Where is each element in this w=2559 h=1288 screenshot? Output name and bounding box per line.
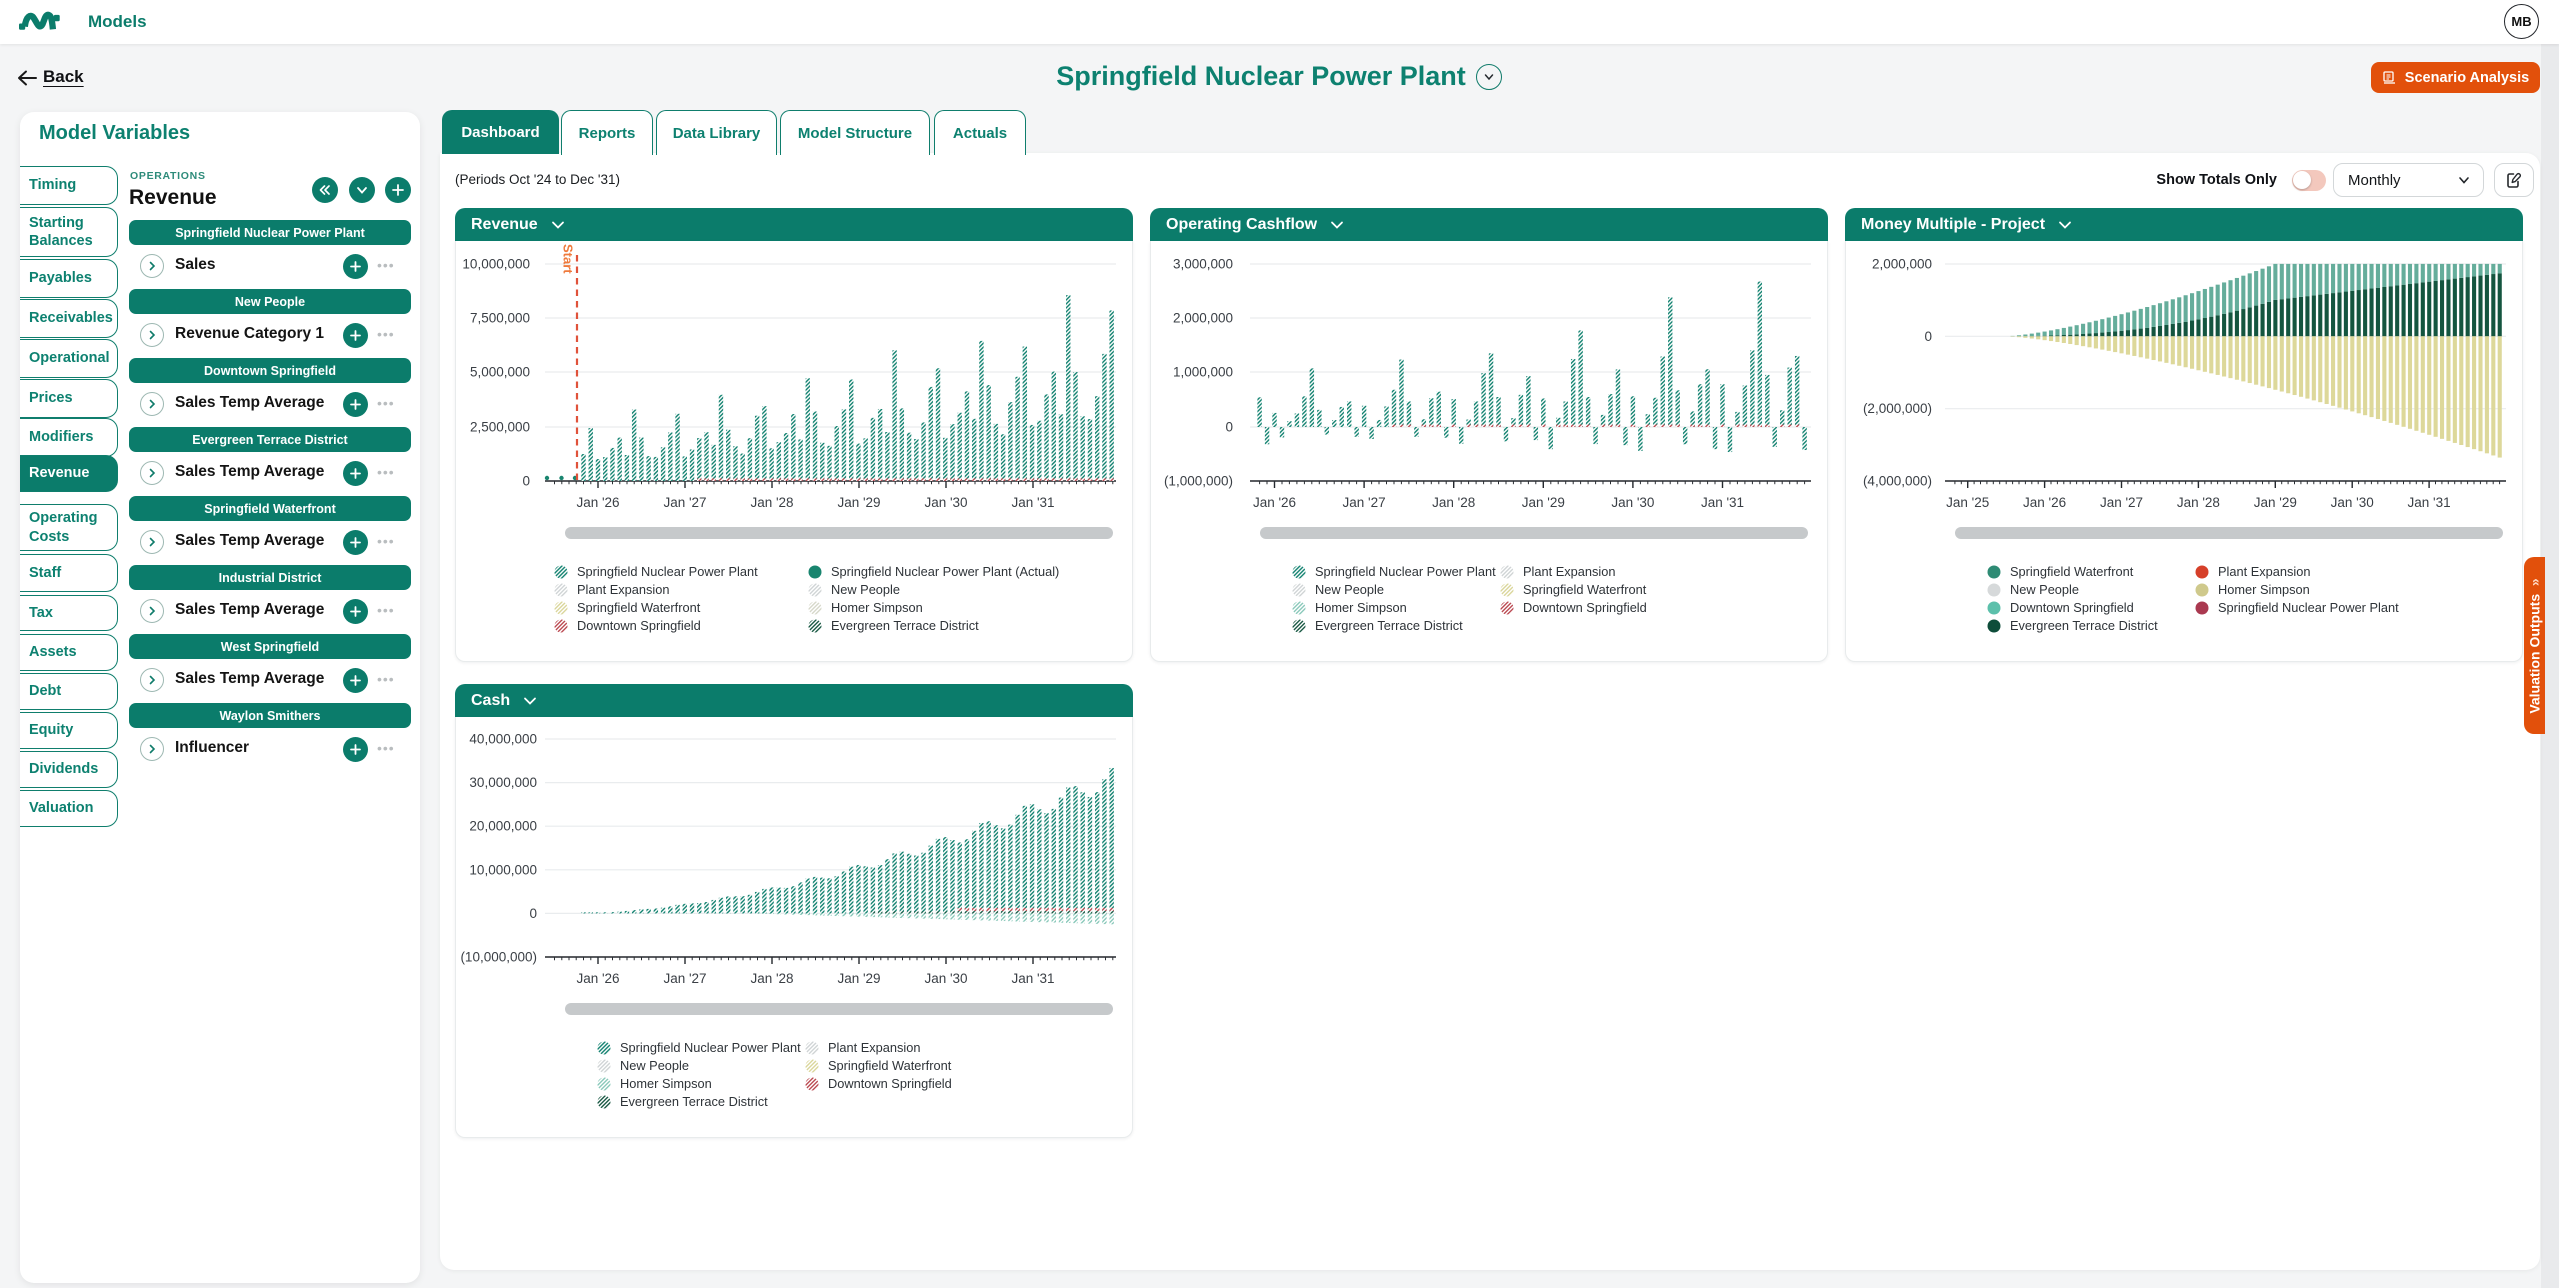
svg-text:(1,000,000): (1,000,000) (1164, 474, 1233, 489)
svg-text:Jan '30: Jan '30 (1611, 495, 1654, 510)
svg-text:Jan '26: Jan '26 (576, 971, 619, 986)
svg-text:3,000,000: 3,000,000 (1173, 257, 1233, 272)
svg-text:Jan '27: Jan '27 (663, 495, 706, 510)
svg-text:2,500,000: 2,500,000 (470, 420, 530, 435)
svg-text:(2,000,000): (2,000,000) (1863, 401, 1932, 416)
svg-text:Jan '26: Jan '26 (2023, 495, 2066, 510)
svg-text:Jan '27: Jan '27 (1343, 495, 1386, 510)
svg-text:Jan '25: Jan '25 (1946, 495, 1989, 510)
svg-text:20,000,000: 20,000,000 (469, 819, 537, 834)
svg-text:(4,000,000): (4,000,000) (1863, 474, 1932, 489)
svg-text:5,000,000: 5,000,000 (470, 365, 530, 380)
svg-text:1,000,000: 1,000,000 (1173, 365, 1233, 380)
svg-text:Jan '29: Jan '29 (2254, 495, 2297, 510)
svg-text:0: 0 (529, 906, 537, 921)
svg-text:0: 0 (1924, 329, 1932, 344)
svg-text:Jan '27: Jan '27 (663, 971, 706, 986)
svg-text:Jan '26: Jan '26 (1253, 495, 1296, 510)
svg-text:2,000,000: 2,000,000 (1173, 311, 1233, 326)
svg-text:0: 0 (522, 474, 530, 489)
svg-text:Jan '28: Jan '28 (750, 971, 793, 986)
svg-text:Jan '30: Jan '30 (924, 495, 967, 510)
svg-text:Jan '30: Jan '30 (924, 971, 967, 986)
svg-text:Jan '31: Jan '31 (2408, 495, 2451, 510)
svg-text:Jan '31: Jan '31 (1011, 971, 1054, 986)
svg-text:(10,000,000): (10,000,000) (460, 950, 537, 965)
svg-text:Jan '31: Jan '31 (1701, 495, 1744, 510)
svg-text:Jan '28: Jan '28 (2177, 495, 2220, 510)
svg-text:10,000,000: 10,000,000 (462, 257, 530, 272)
svg-text:Start: Start (561, 244, 576, 274)
svg-text:Jan '31: Jan '31 (1011, 495, 1054, 510)
svg-text:Jan '29: Jan '29 (837, 971, 880, 986)
svg-text:7,500,000: 7,500,000 (470, 311, 530, 326)
svg-text:Jan '30: Jan '30 (2331, 495, 2374, 510)
svg-text:0: 0 (1225, 420, 1233, 435)
svg-text:40,000,000: 40,000,000 (469, 732, 537, 747)
svg-text:Jan '28: Jan '28 (1432, 495, 1475, 510)
svg-text:Jan '29: Jan '29 (837, 495, 880, 510)
svg-text:Jan '29: Jan '29 (1522, 495, 1565, 510)
svg-text:2,000,000: 2,000,000 (1872, 257, 1932, 272)
svg-text:30,000,000: 30,000,000 (469, 775, 537, 790)
svg-text:10,000,000: 10,000,000 (469, 862, 537, 877)
svg-text:Jan '26: Jan '26 (576, 495, 619, 510)
svg-text:Jan '28: Jan '28 (750, 495, 793, 510)
svg-text:Jan '27: Jan '27 (2100, 495, 2143, 510)
